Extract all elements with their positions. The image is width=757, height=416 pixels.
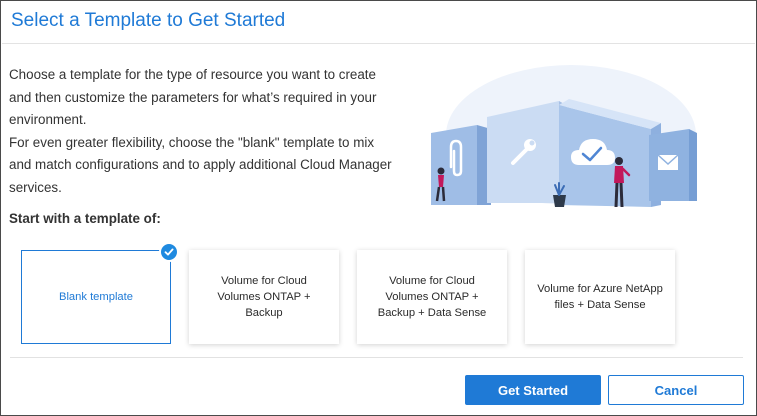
footer-divider — [10, 357, 743, 358]
get-started-button[interactable]: Get Started — [465, 375, 601, 405]
cancel-button[interactable]: Cancel — [608, 375, 744, 405]
envelope-icon — [657, 154, 679, 170]
plant-pot — [553, 182, 566, 207]
intro-text: Choose a template for the type of resour… — [9, 64, 399, 199]
template-card-label: Volume for Cloud Volumes ONTAP + Backup — [217, 275, 311, 319]
intro-paragraph: For even greater flexibility, choose the… — [9, 134, 392, 195]
templates-heading: Start with a template of: — [9, 211, 161, 226]
template-card-anf-data-sense[interactable]: Volume for Azure NetApp files + Data Sen… — [525, 250, 675, 344]
dialog-header: Select a Template to Get Started — [2, 2, 755, 44]
template-card-blank[interactable]: Blank template — [21, 242, 179, 344]
dialog-title: Select a Template to Get Started — [11, 10, 286, 31]
selected-badge — [159, 242, 179, 262]
template-card-label: Blank template — [58, 291, 133, 303]
buildings-illustration — [431, 65, 697, 208]
intro-paragraph: Choose a template for the type of resour… — [9, 67, 377, 127]
template-card-cvo-backup-data-sense[interactable]: Volume for Cloud Volumes ONTAP + Backup … — [357, 250, 507, 344]
template-card-cvo-backup[interactable]: Volume for Cloud Volumes ONTAP + Backup — [189, 250, 339, 344]
check-icon — [164, 248, 174, 256]
template-card-label: Volume for Cloud Volumes ONTAP + Backup … — [377, 275, 487, 319]
template-card-label: Volume for Azure NetApp files + Data Sen… — [537, 283, 663, 311]
template-dialog: Select a Template to Get Started Choose … — [0, 0, 757, 416]
